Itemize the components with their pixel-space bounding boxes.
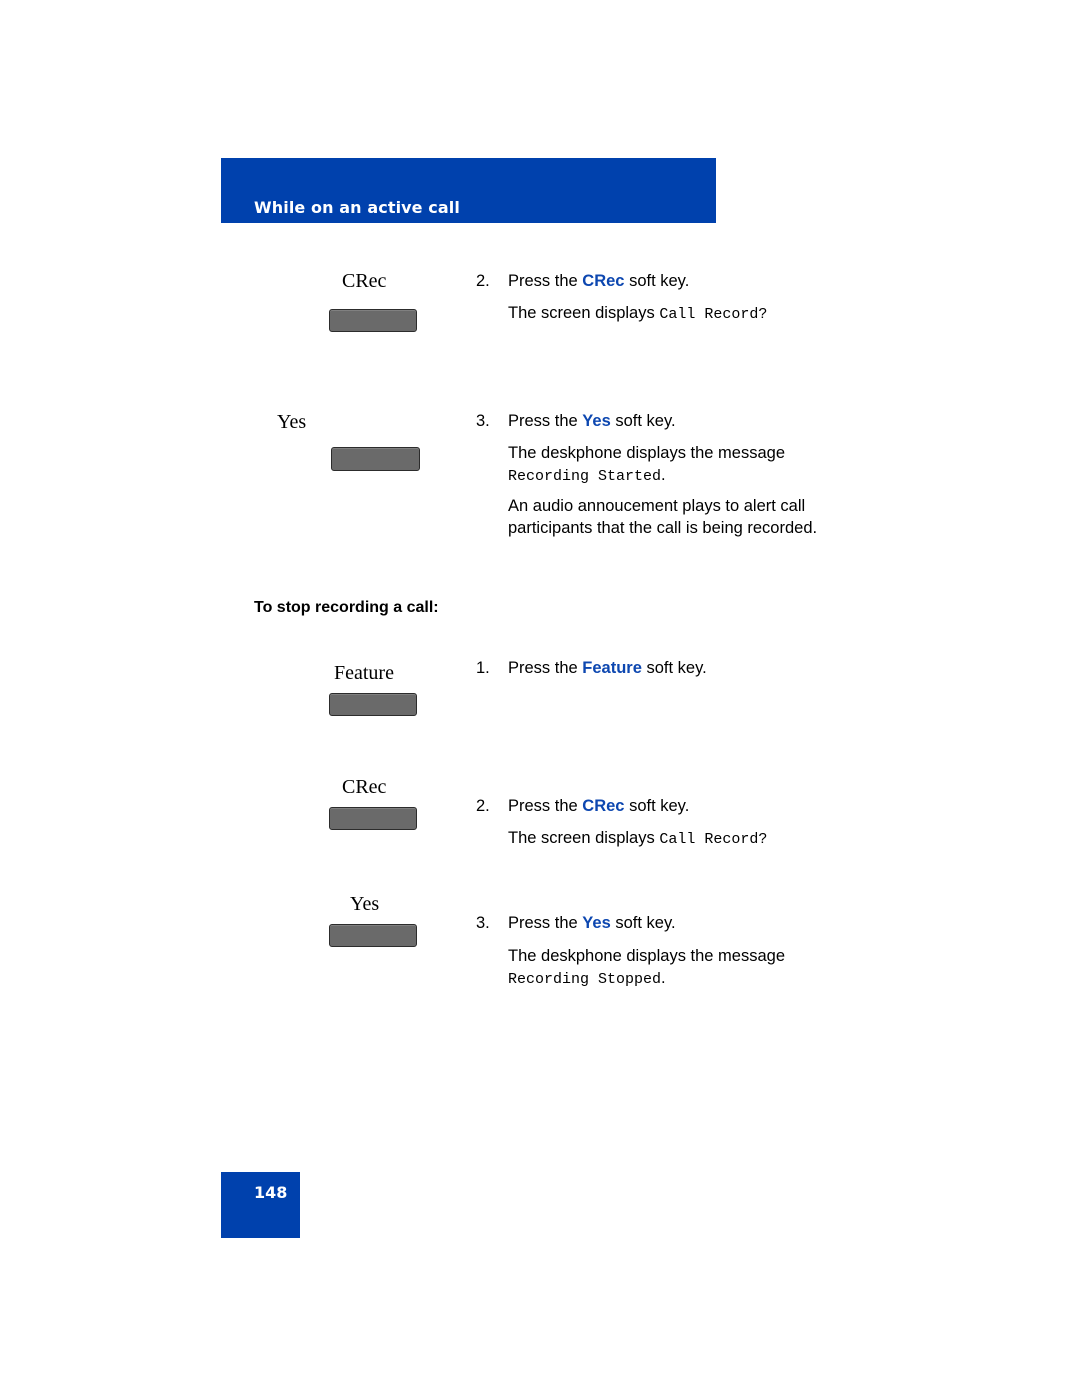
softkey-label-crec: CRec <box>342 270 387 292</box>
step-text: Press the <box>508 914 583 932</box>
page-number: 148 <box>254 1183 288 1202</box>
detail-text: The screen displays <box>508 829 660 847</box>
softkey-yes-icon <box>331 447 420 471</box>
softkey-label-crec: CRec <box>342 776 387 798</box>
softkey-crec-icon <box>329 309 417 332</box>
softkey-label-yes: Yes <box>350 893 380 915</box>
step-number: 1. <box>476 659 490 677</box>
section-header-band: While on an active call <box>221 158 716 223</box>
step-number: 2. <box>476 797 490 815</box>
step-text: soft key. <box>610 412 676 430</box>
step-number: 3. <box>476 412 490 430</box>
softkey-yes-icon <box>329 924 417 947</box>
step-number: 3. <box>476 914 490 932</box>
detail-text: The screen displays <box>508 304 660 322</box>
step-text: Press the <box>508 659 583 677</box>
detail-text: . <box>661 968 666 987</box>
screen-message: Call Record? <box>659 831 768 848</box>
step-keyword: Yes <box>582 914 611 932</box>
page-number-box: 148 <box>221 1172 300 1238</box>
step-text: soft key. <box>610 914 676 932</box>
step-keyword: Feature <box>582 659 642 677</box>
screen-message: Call Record? <box>659 306 768 323</box>
screen-message: Recording Stopped <box>508 970 662 988</box>
step-text: Press the <box>508 797 583 815</box>
step-keyword: Yes <box>582 412 611 430</box>
softkey-label-yes: Yes <box>277 411 307 433</box>
step-text: Press the <box>508 412 583 430</box>
step-detail: The deskphone displays the message Record… <box>508 443 838 487</box>
softkey-crec-icon <box>329 807 417 830</box>
step-keyword: CRec <box>582 797 625 815</box>
step-text: soft key. <box>624 272 690 290</box>
step-text: Press the <box>508 272 583 290</box>
step-detail: The screen displays Call Record? <box>508 303 838 326</box>
step-detail: The screen displays Call Record? <box>508 828 838 851</box>
detail-text: The deskphone displays the message <box>508 947 786 965</box>
step-keyword: CRec <box>582 272 625 290</box>
step-text: soft key. <box>624 797 690 815</box>
softkey-label-feature: Feature <box>334 662 394 684</box>
detail-text: The deskphone displays the message <box>508 444 786 462</box>
section-header-title: While on an active call <box>254 198 460 217</box>
step-number: 2. <box>476 272 490 290</box>
step-text: soft key. <box>641 659 707 677</box>
step-detail: The deskphone displays the message Record… <box>508 946 838 990</box>
screen-message: Recording Started <box>508 467 662 485</box>
detail-text: . <box>661 465 666 484</box>
section-subheading: To stop recording a call: <box>254 599 439 616</box>
softkey-feature-icon <box>329 693 417 716</box>
step-note: An audio annoucement plays to alert call… <box>508 497 818 537</box>
